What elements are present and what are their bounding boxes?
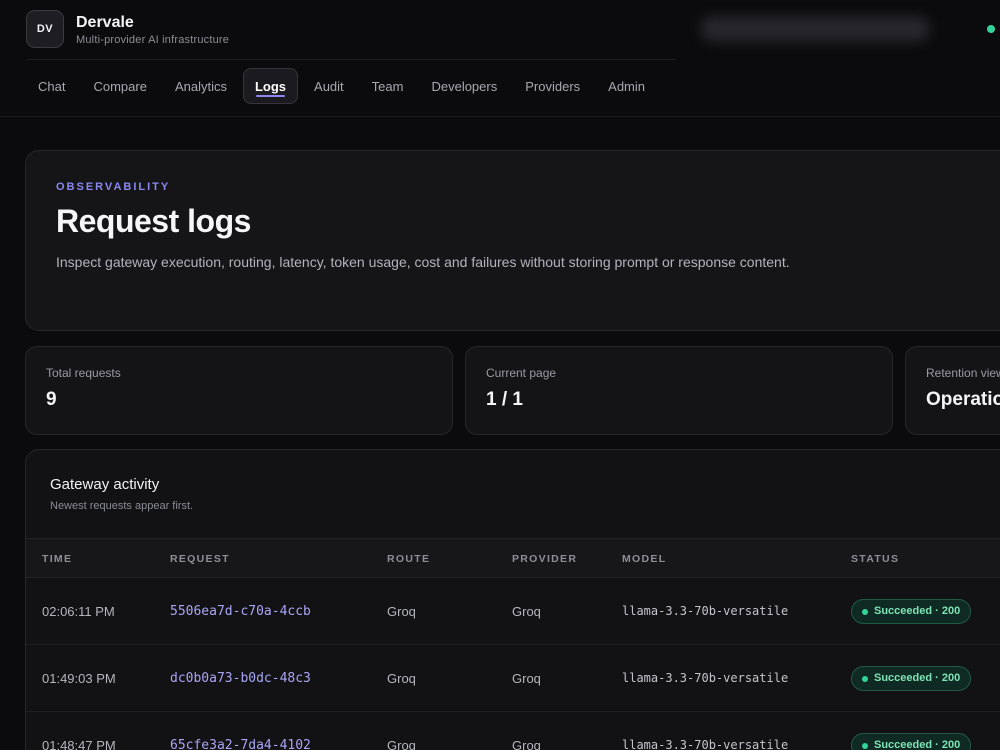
cell-route: Groq — [387, 738, 416, 750]
column-header-status: STATUS — [851, 553, 900, 565]
status-dot-icon — [987, 25, 995, 33]
app-name: Dervale — [76, 13, 134, 31]
tab-developers[interactable]: Developers — [419, 68, 509, 104]
column-header-time: TIME — [42, 553, 73, 565]
stat-card-retention-view: Retention view Operational — [905, 346, 1000, 435]
header-divider — [26, 59, 676, 60]
panel-header: Gateway activity Newest requests appear … — [26, 450, 1000, 538]
request-id-link[interactable]: 65cfe3a2-7da4-4102 — [170, 712, 311, 750]
cell-provider: Groq — [512, 671, 541, 686]
cell-time: 02:06:11 PM — [42, 604, 115, 619]
tab-logs[interactable]: Logs — [242, 68, 299, 104]
status-dot-icon — [862, 743, 868, 749]
table-header: TIME REQUEST ROUTE PROVIDER MODEL STATUS — [26, 538, 1000, 578]
stat-card-current-page: Current page 1 / 1 — [465, 346, 893, 435]
cell-route: Groq — [387, 604, 416, 619]
cell-provider: Groq — [512, 738, 541, 750]
stat-value: 9 — [46, 389, 57, 410]
stat-label: Current page — [486, 366, 557, 380]
status-text: Succeeded · 200 — [874, 605, 961, 617]
app-tagline: Multi-provider AI infrastructure — [76, 33, 230, 46]
tab-providers[interactable]: Providers — [513, 68, 592, 104]
tab-team[interactable]: Team — [360, 68, 416, 104]
stat-label: Total requests — [46, 366, 121, 380]
column-header-route: ROUTE — [387, 553, 431, 565]
column-header-request: REQUEST — [170, 553, 230, 565]
status-text: Succeeded · 200 — [874, 672, 961, 684]
hero-card: OBSERVABILITY Request logs Inspect gatew… — [25, 150, 1000, 331]
main-nav: Chat Compare Analytics Logs Audit Team D… — [26, 68, 661, 104]
app-root: DV Dervale Multi-provider AI infrastruct… — [0, 0, 1000, 750]
status-badge: Succeeded · 200 — [851, 666, 972, 691]
cell-model: llama-3.3-70b-versatile — [622, 604, 789, 618]
brand[interactable]: DV Dervale Multi-provider AI infrastruct… — [26, 10, 229, 48]
panel-subtitle: Newest requests appear first. — [50, 500, 194, 512]
tab-audit[interactable]: Audit — [302, 68, 356, 104]
tab-compare[interactable]: Compare — [81, 68, 158, 104]
column-header-provider: PROVIDER — [512, 553, 578, 565]
cell-model: llama-3.3-70b-versatile — [622, 738, 789, 750]
cell-provider: Groq — [512, 604, 541, 619]
table-row[interactable]: 02:06:11 PM 5506ea7d-c70a-4ccb Groq Groq… — [26, 578, 1000, 645]
cell-route: Groq — [387, 671, 416, 686]
gateway-activity-panel: Gateway activity Newest requests appear … — [25, 449, 1000, 750]
status-text: Succeeded · 200 — [874, 739, 961, 750]
table-row[interactable]: 01:49:03 PM dc0b0a73-b0dc-48c3 Groq Groq… — [26, 645, 1000, 712]
request-id-link[interactable]: dc0b0a73-b0dc-48c3 — [170, 645, 311, 712]
stat-label: Retention view — [926, 366, 1000, 380]
status-dot-icon — [862, 676, 868, 682]
request-id-link[interactable]: 5506ea7d-c70a-4ccb — [170, 578, 311, 645]
table-row[interactable]: 01:48:47 PM 65cfe3a2-7da4-4102 Groq Groq… — [26, 712, 1000, 750]
tab-analytics[interactable]: Analytics — [163, 68, 239, 104]
brand-logo: DV — [26, 10, 64, 48]
panel-title: Gateway activity — [50, 476, 160, 493]
cell-model: llama-3.3-70b-versatile — [622, 671, 789, 685]
tab-admin[interactable]: Admin — [596, 68, 657, 104]
brand-text: Dervale Multi-provider AI infrastructure — [76, 13, 229, 46]
nav-divider — [0, 116, 1000, 117]
status-badge: Succeeded · 200 — [851, 599, 972, 624]
cell-time: 01:48:47 PM — [42, 738, 116, 750]
status-badge: Succeeded · 200 — [851, 733, 972, 750]
tab-chat[interactable]: Chat — [26, 68, 77, 104]
stat-card-total-requests: Total requests 9 — [25, 346, 453, 435]
page-description: Inspect gateway execution, routing, late… — [56, 254, 790, 270]
section-eyebrow: OBSERVABILITY — [56, 181, 171, 193]
page-title: Request logs — [56, 203, 251, 239]
account-info-blurred[interactable] — [700, 16, 930, 42]
status-dot-icon — [862, 609, 868, 615]
stat-value: 1 / 1 — [486, 389, 523, 410]
column-header-model: MODEL — [622, 553, 667, 565]
cell-time: 01:49:03 PM — [42, 671, 116, 686]
stat-value: Operational — [926, 389, 1000, 410]
